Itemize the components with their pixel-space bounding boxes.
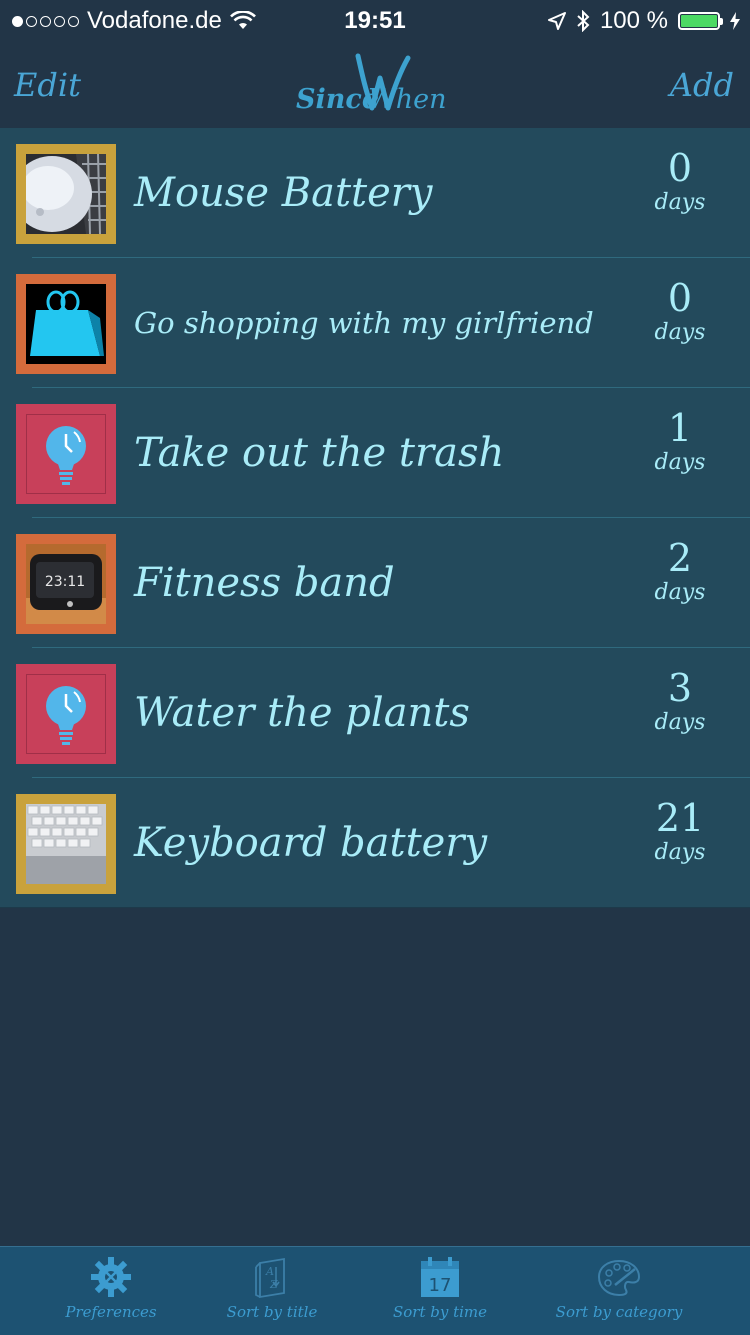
palette-icon	[597, 1259, 641, 1297]
item-title: Take out the trash	[134, 430, 505, 476]
item-count-unit: days	[654, 190, 706, 215]
logo-when: When	[368, 84, 447, 115]
sort-az-icon: A Z	[255, 1257, 285, 1299]
battery-percent: 100 %	[599, 7, 668, 34]
status-bar: Vodafone.de 19:51 100 %	[0, 0, 750, 42]
tab-sort-by-title[interactable]: A Z Sort by title	[178, 1247, 366, 1335]
item-count: 2 days	[652, 536, 708, 606]
item-count-number: 0	[667, 146, 693, 190]
item-count-unit: days	[654, 840, 706, 865]
location-icon	[547, 12, 566, 30]
item-count-number: 21	[655, 796, 705, 840]
item-title: Water the plants	[134, 690, 470, 736]
row-divider	[0, 907, 750, 908]
item-title: Keyboard battery	[134, 820, 488, 866]
item-list: Mouse Battery 0 days Go shopping with my…	[0, 128, 750, 908]
list-item-take-out-trash[interactable]: Take out the trash 1 days	[0, 388, 750, 518]
list-item-mouse-battery[interactable]: Mouse Battery 0 days	[0, 128, 750, 258]
nav-bar: Edit Since When Add	[0, 42, 750, 128]
item-title: Go shopping with my girlfriend	[134, 306, 594, 340]
item-count-unit: days	[654, 580, 706, 605]
tab-label: Sort by time	[392, 1303, 488, 1321]
item-count-number: 2	[667, 536, 693, 580]
item-count: 0 days	[652, 146, 708, 216]
item-thumbnail	[16, 664, 116, 764]
item-title: Fitness band	[134, 560, 395, 606]
mouse-photo	[26, 154, 106, 234]
lightbulb-clock-icon	[26, 674, 106, 754]
item-count: 3 days	[652, 666, 708, 736]
tab-label: Sort by title	[226, 1303, 318, 1321]
bluetooth-icon	[577, 10, 590, 32]
item-title: Mouse Battery	[134, 170, 433, 216]
battery-icon	[678, 12, 723, 30]
tab-bar: Preferences A Z Sort by title 17 Sort by…	[0, 1246, 750, 1335]
gear-icon	[91, 1257, 131, 1297]
list-item-keyboard-battery[interactable]: Keyboard battery 21 days	[0, 778, 750, 908]
tab-preferences[interactable]: Preferences	[17, 1247, 205, 1335]
item-thumbnail	[16, 274, 116, 374]
fitness-band-photo: 23:11	[26, 544, 106, 624]
app-logo: Since When	[296, 52, 456, 118]
charging-icon	[730, 12, 740, 30]
list-item-fitness-band[interactable]: 23:11 Fitness band 2 days	[0, 518, 750, 648]
item-thumbnail	[16, 404, 116, 504]
item-count-unit: days	[654, 450, 706, 475]
lightbulb-clock-icon	[26, 414, 106, 494]
item-thumbnail	[16, 794, 116, 894]
item-thumbnail: 23:11	[16, 534, 116, 634]
band-time: 23:11	[45, 574, 85, 590]
item-count-number: 1	[667, 406, 693, 450]
shopping-bag-icon	[26, 284, 106, 364]
status-right: 100 %	[547, 7, 740, 35]
item-count: 21 days	[652, 796, 708, 866]
svg-text:A: A	[265, 1265, 274, 1278]
item-count: 0 days	[652, 276, 708, 346]
add-button[interactable]: Add	[670, 66, 734, 104]
calendar-icon: 17	[421, 1257, 459, 1297]
tab-sort-by-category[interactable]: Sort by category	[525, 1247, 713, 1335]
calendar-day: 17	[429, 1275, 452, 1296]
edit-button[interactable]: Edit	[14, 66, 81, 104]
item-count-unit: days	[654, 320, 706, 345]
item-count-number: 0	[667, 276, 693, 320]
item-count-number: 3	[667, 666, 693, 710]
list-item-water-plants[interactable]: Water the plants 3 days	[0, 648, 750, 778]
keyboard-photo	[26, 804, 106, 884]
tab-label: Preferences	[65, 1303, 157, 1321]
tab-sort-by-time[interactable]: 17 Sort by time	[346, 1247, 534, 1335]
tab-label: Sort by category	[555, 1303, 683, 1321]
item-count: 1 days	[652, 406, 708, 476]
item-count-unit: days	[654, 710, 706, 735]
item-thumbnail	[16, 144, 116, 244]
list-item-go-shopping[interactable]: Go shopping with my girlfriend 0 days	[0, 258, 750, 388]
